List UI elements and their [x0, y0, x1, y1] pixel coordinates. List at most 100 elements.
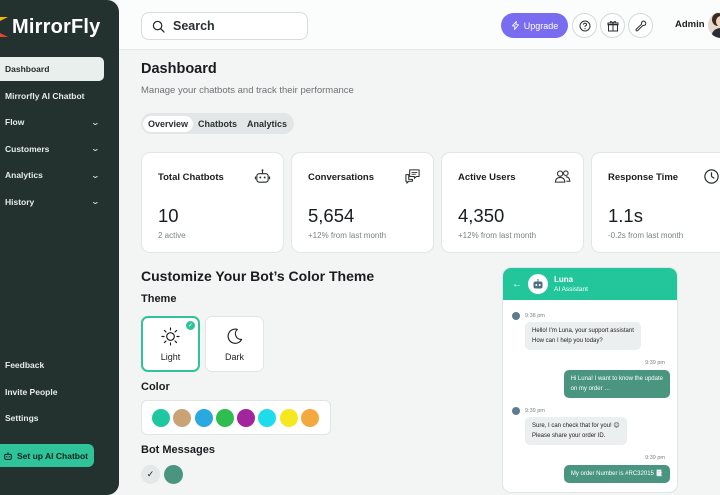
- chevron-down-icon: ⌄: [90, 117, 101, 127]
- brand-logo[interactable]: MirrorFly: [0, 14, 100, 40]
- moon-icon: [227, 327, 243, 344]
- theme-option-label: Light: [160, 351, 181, 362]
- sidebar-item-settings[interactable]: Settings: [0, 407, 104, 429]
- brand-name: MirrorFly: [12, 15, 101, 38]
- chevron-down-icon: ⌄: [90, 197, 101, 206]
- tab-analytics[interactable]: Analytics: [242, 116, 292, 132]
- robot-icon: [533, 279, 543, 289]
- sidebar-bottom-nav: Feedback Invite People Settings: [0, 354, 104, 434]
- sidebar-item-label: Invite People: [5, 386, 58, 397]
- lightning-icon: [511, 21, 519, 30]
- sidebar-item-label: Flow: [5, 117, 25, 127]
- sidebar-item-mirrorfly-ai-chatbot[interactable]: Mirrorfly AI Chatbot: [0, 84, 104, 108]
- sidebar-item-label: Analytics: [5, 170, 43, 180]
- theme-label: Theme: [141, 293, 177, 305]
- chat-header: ← Luna AI Assistant: [503, 268, 677, 300]
- chat-bot-name: Luna: [554, 274, 574, 284]
- theme-option-light[interactable]: ✓ Light: [141, 316, 200, 372]
- sidebar-item-history[interactable]: History ⌄: [0, 190, 104, 214]
- stat-card-active-users[interactable]: Active Users 4,350 +12% from last month: [441, 152, 584, 253]
- sidebar-item-analytics[interactable]: Analytics ⌄: [0, 163, 104, 187]
- color-swatch-purple[interactable]: [237, 408, 256, 427]
- bot-message: Hello! I'm Luna, your support assistant …: [525, 322, 641, 350]
- customize-theme-title: Customize Your Bot’s Color Theme: [141, 268, 375, 284]
- mirrorfly-logo-icon: [0, 17, 8, 37]
- stat-title: Active Users: [458, 172, 516, 183]
- stat-value: 10: [158, 205, 179, 226]
- setup-ai-chatbot-label: Set up AI Chatbot: [17, 450, 88, 461]
- chat-preview: ← Luna AI Assistant 9:38 pm Hello! I'm L…: [502, 267, 678, 493]
- stat-subtext: -0.2s from last month: [608, 231, 684, 240]
- wrench-icon: [635, 19, 646, 31]
- sidebar-item-customers[interactable]: Customers ⌄: [0, 137, 104, 161]
- color-swatch-teal[interactable]: [152, 408, 170, 427]
- chat-messages: 9:38 pm Hello! I'm Luna, your support as…: [503, 300, 677, 492]
- avatar[interactable]: [708, 12, 720, 38]
- help-icon: [579, 20, 590, 31]
- user-name: Admin: [675, 19, 705, 30]
- upgrade-button[interactable]: Upgrade: [501, 13, 568, 38]
- sidebar-item-dashboard[interactable]: Dashboard: [0, 57, 104, 81]
- gift-button[interactable]: [600, 13, 625, 38]
- stat-value: 4,350: [458, 205, 505, 226]
- check-icon: ✓: [186, 321, 195, 330]
- top-header: Upgrade Admin: [119, 0, 720, 50]
- tools-button[interactable]: [628, 13, 653, 38]
- stat-subtext: 2 active: [158, 231, 186, 240]
- sidebar-nav: Dashboard Mirrorfly AI Chatbot Flow ⌄ Cu…: [0, 57, 104, 216]
- chat-bot-info: Luna AI Assistant: [554, 275, 588, 294]
- check-icon: ✓: [146, 469, 155, 479]
- bot-message-swatches: ✓: [141, 465, 183, 484]
- stat-subtext: +12% from last month: [458, 231, 537, 240]
- bot-avatar: [528, 274, 548, 294]
- back-arrow-icon[interactable]: ←: [512, 279, 522, 290]
- sidebar-item-invite-people[interactable]: Invite People: [0, 381, 104, 403]
- chevron-down-icon: ⌄: [90, 144, 101, 153]
- message-time: 9:38 pm: [525, 313, 545, 319]
- user-message: My order Number is #RC32015 📑: [563, 465, 670, 483]
- color-swatch-tan[interactable]: [173, 408, 192, 427]
- sidebar-item-label: Feedback: [5, 360, 45, 370]
- color-swatch-green[interactable]: [215, 408, 234, 427]
- search-box[interactable]: [141, 12, 308, 40]
- message-time: 9:39 pm: [645, 455, 665, 461]
- users-icon: [554, 170, 571, 183]
- stat-title: Response Time: [608, 172, 679, 183]
- upgrade-label: Upgrade: [523, 20, 559, 31]
- sidebar-item-flow[interactable]: Flow ⌄: [0, 110, 104, 134]
- color-swatch-cyan[interactable]: [258, 408, 277, 427]
- bot-avatar-small: [512, 407, 520, 415]
- stat-card-response-time[interactable]: Response Time 1.1s -0.2s from last month: [591, 152, 720, 253]
- stat-card-conversations[interactable]: Conversations 5,654 +12% from last month: [291, 152, 434, 253]
- search-input[interactable]: [173, 19, 293, 33]
- bot-message-swatch-light[interactable]: ✓: [141, 465, 160, 484]
- help-button[interactable]: [572, 13, 597, 38]
- bot-avatar-small: [512, 312, 520, 320]
- message-time: 9:39 pm: [525, 408, 545, 414]
- user-message: Hi Luna! I want to know the update on my…: [563, 370, 670, 398]
- theme-option-dark[interactable]: Dark: [205, 316, 264, 372]
- chat-bot-role: AI Assistant: [554, 285, 588, 293]
- dashboard-tabs: Overview Chatbots Analytics: [141, 113, 295, 134]
- robot-icon: [254, 169, 271, 183]
- color-swatch-orange[interactable]: [301, 408, 320, 427]
- sidebar-item-label: Settings: [5, 413, 39, 423]
- bot-messages-label: Bot Messages: [141, 444, 215, 456]
- sidebar-item-label: Dashboard: [5, 64, 50, 74]
- tab-overview[interactable]: Overview: [143, 115, 194, 132]
- setup-ai-chatbot-button[interactable]: Set up AI Chatbot: [0, 444, 94, 467]
- sidebar-item-label: History: [5, 196, 35, 207]
- robot-icon: [4, 451, 12, 460]
- sun-icon: [161, 326, 180, 346]
- tab-chatbots[interactable]: Chatbots: [193, 116, 242, 132]
- bot-message-swatch-green[interactable]: [164, 465, 183, 484]
- color-label: Color: [141, 381, 170, 393]
- page-title: Dashboard: [141, 61, 217, 77]
- stat-value: 1.1s: [608, 205, 643, 226]
- color-swatch-yellow[interactable]: [279, 408, 298, 427]
- sidebar: MirrorFly Dashboard Mirrorfly AI Chatbot…: [0, 0, 119, 495]
- search-icon: [152, 20, 165, 33]
- color-swatch-blue[interactable]: [194, 408, 213, 427]
- stat-card-total-chatbots[interactable]: Total Chatbots 10 2 active: [141, 152, 284, 253]
- sidebar-item-feedback[interactable]: Feedback: [0, 354, 104, 376]
